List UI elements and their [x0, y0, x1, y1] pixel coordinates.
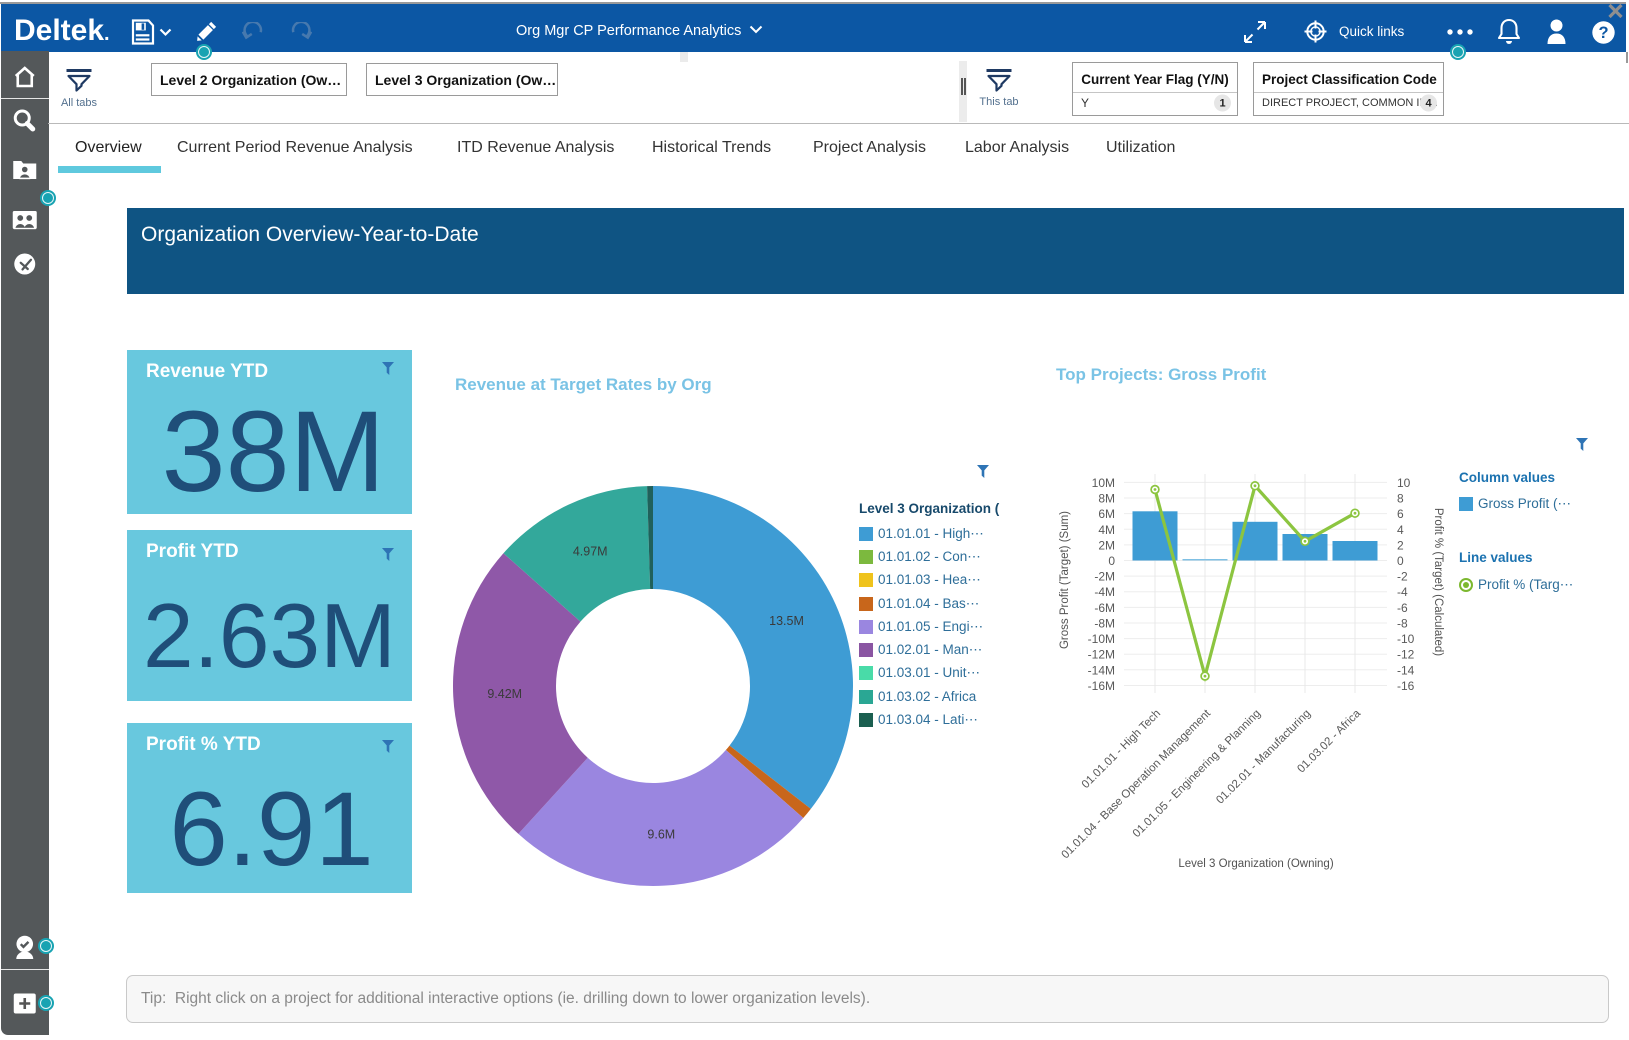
svg-text:-4: -4	[1397, 585, 1408, 599]
svg-text:4: 4	[1397, 523, 1404, 537]
svg-text:4.97M: 4.97M	[573, 544, 608, 558]
svg-text:-12: -12	[1397, 648, 1415, 662]
svg-text:8M: 8M	[1098, 492, 1115, 506]
svg-text:01.02.01 - Manufacturing: 01.02.01 - Manufacturing	[1214, 708, 1313, 807]
svg-text:?: ?	[1598, 24, 1608, 42]
svg-text:6M: 6M	[1098, 507, 1115, 521]
svg-text:13.5M: 13.5M	[769, 614, 804, 628]
svg-text:9.42M: 9.42M	[487, 687, 522, 701]
svg-text:-14M: -14M	[1088, 663, 1115, 677]
svg-text:-2M: -2M	[1094, 570, 1115, 584]
svg-text:-2: -2	[1397, 570, 1408, 584]
svg-text:Level 3 Organization (Owning): Level 3 Organization (Owning)	[1178, 858, 1333, 870]
svg-text:-6: -6	[1397, 601, 1408, 615]
svg-text:Gross Profit (Target) (Sum): Gross Profit (Target) (Sum)	[1059, 511, 1071, 649]
svg-text:9.6M: 9.6M	[647, 827, 675, 841]
svg-text:-8M: -8M	[1094, 617, 1115, 631]
svg-text:8: 8	[1397, 492, 1404, 506]
svg-text:-16: -16	[1397, 679, 1415, 693]
svg-text:2M: 2M	[1098, 538, 1115, 552]
svg-text:-14: -14	[1397, 663, 1415, 677]
svg-text:0: 0	[1397, 554, 1404, 568]
svg-text:10M: 10M	[1092, 476, 1115, 490]
svg-text:-10: -10	[1397, 632, 1415, 646]
svg-text:-12M: -12M	[1088, 648, 1115, 662]
svg-text:Profit % (Target) (Calculated): Profit % (Target) (Calculated)	[1432, 508, 1444, 656]
svg-text:4M: 4M	[1098, 523, 1115, 537]
svg-text:6: 6	[1397, 507, 1404, 521]
svg-text:2: 2	[1397, 538, 1404, 552]
svg-text:-4M: -4M	[1094, 585, 1115, 599]
svg-text:10: 10	[1397, 476, 1411, 490]
svg-text:-16M: -16M	[1088, 679, 1115, 693]
svg-text:-8: -8	[1397, 617, 1408, 631]
svg-text:-10M: -10M	[1088, 632, 1115, 646]
svg-text:0: 0	[1108, 554, 1115, 568]
svg-text:-6M: -6M	[1094, 601, 1115, 615]
